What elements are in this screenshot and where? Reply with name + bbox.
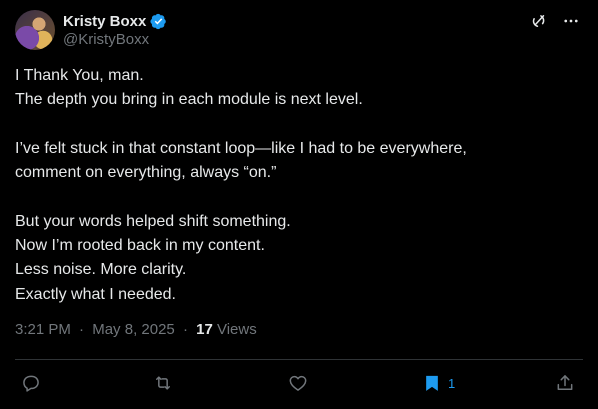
author-handle[interactable]: @KristyBoxx [63,31,149,48]
views-label: Views [216,321,257,338]
tweet-line: The depth you bring in each module is ne… [15,91,363,109]
tweet-actions-bar: 1 [0,370,598,396]
like-icon [289,375,307,391]
tweet-line: But your words helped shift something. [15,212,291,230]
grok-icon[interactable] [530,12,548,30]
author-name-row: Kristy Boxx [63,11,167,31]
display-name[interactable]: Kristy Boxx [63,13,146,30]
bookmark-button[interactable]: 1 [422,370,455,396]
tweet-text: I Thank You, man. The depth you bring in… [15,64,583,307]
tweet: Kristy Boxx @KristyBoxx I Thank You, man… [0,0,598,409]
retweet-icon [156,376,170,390]
meta-separator: · [79,321,85,338]
reply-button[interactable] [21,370,41,396]
share-icon [557,375,573,390]
retweet-button[interactable] [153,370,173,396]
verified-badge-icon[interactable] [150,13,167,30]
tweet-line: I’ve felt stuck in that constant loop—li… [15,139,467,157]
views-count: 17 [196,321,213,338]
tweet-top-actions [530,12,580,30]
bookmark-count: 1 [448,375,456,391]
tweet-line: Now I’m rooted back in my content. [15,237,265,255]
share-button[interactable] [555,370,575,396]
avatar[interactable] [15,10,55,50]
tweet-line: Exactly what I needed. [15,285,176,303]
reply-icon [23,375,39,392]
tweet-date[interactable]: May 8, 2025 [92,321,175,338]
meta-separator: · [182,321,188,338]
tweet-time[interactable]: 3:21 PM [15,321,71,338]
bookmark-icon [426,375,438,391]
tweet-line: comment on everything, always “on.” [15,164,277,182]
tweet-line: I Thank You, man. [15,67,144,84]
divider [15,359,583,360]
tweet-meta: 3:21 PM · May 8, 2025 · 17 Views [15,321,257,338]
like-button[interactable] [288,370,308,396]
more-icon[interactable] [562,12,580,30]
tweet-line: Less noise. More clarity. [15,261,187,279]
